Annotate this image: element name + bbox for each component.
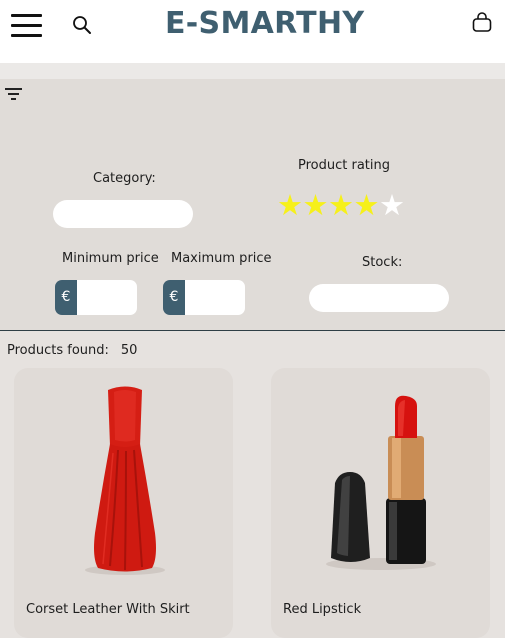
filter-icon[interactable]: [5, 88, 23, 100]
product-name[interactable]: Red Lipstick: [283, 602, 361, 617]
products-found-label: Products found:: [7, 343, 109, 358]
red-dress-image: [85, 386, 165, 575]
red-lipstick-image: [326, 395, 436, 570]
stock-input[interactable]: [309, 284, 449, 312]
product-card[interactable]: Red Lipstick: [271, 368, 490, 638]
euro-currency-label: €: [163, 280, 185, 315]
category-label: Category:: [93, 171, 156, 186]
star-icon[interactable]: ★: [354, 190, 380, 220]
search-icon[interactable]: [71, 14, 93, 36]
products-found-count: 50: [120, 343, 138, 358]
products-found: Products found: 50: [7, 343, 137, 358]
product-card[interactable]: Corset Leather With Skirt: [14, 368, 233, 638]
star-icon[interactable]: ★: [379, 190, 405, 220]
brand-logo[interactable]: E-SMARTHY: [165, 6, 364, 41]
min-price-input[interactable]: [77, 280, 137, 315]
max-price-label: Maximum price: [171, 251, 272, 266]
filter-panel: Category: Product rating ★★★★★ Minimum p…: [0, 79, 505, 331]
star-icon[interactable]: ★: [277, 190, 303, 220]
header-spacer: [0, 63, 505, 79]
euro-currency-label: €: [55, 280, 77, 315]
hamburger-menu-icon[interactable]: [11, 14, 42, 38]
stock-label: Stock:: [362, 255, 403, 270]
max-price-input[interactable]: [185, 280, 245, 315]
top-navbar: E-SMARTHY: [0, 0, 505, 63]
max-price-field: €: [163, 280, 246, 315]
min-price-field: €: [55, 280, 138, 315]
min-price-label: Minimum price: [62, 251, 159, 266]
rating-stars: ★★★★★: [277, 190, 405, 220]
product-name[interactable]: Corset Leather With Skirt: [26, 602, 190, 617]
star-icon[interactable]: ★: [303, 190, 329, 220]
category-input[interactable]: [53, 200, 193, 228]
shopping-bag-icon[interactable]: [471, 11, 493, 33]
rating-label: Product rating: [298, 158, 391, 173]
star-icon[interactable]: ★: [328, 190, 354, 220]
